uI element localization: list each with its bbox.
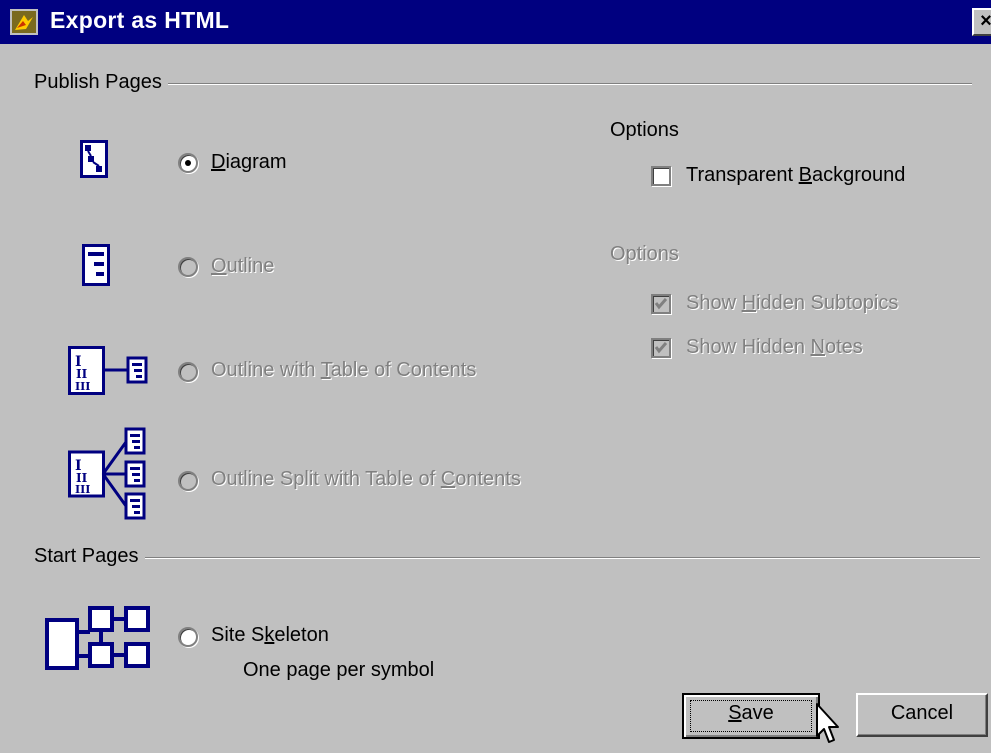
mouse-cursor-icon (815, 702, 841, 753)
cancel-button[interactable]: Cancel (856, 693, 988, 737)
app-icon (10, 9, 38, 35)
title-bar: Export as HTML × (0, 0, 991, 44)
start-pages-divider (34, 557, 980, 559)
site-skeleton-description: One page per symbol (243, 659, 435, 681)
show-hidden-subtopics-label[interactable]: Show Hidden Subtopics (686, 292, 898, 315)
window-title: Export as HTML (50, 7, 230, 33)
save-button[interactable]: Save (682, 693, 820, 739)
cancel-button-label: Cancel (890, 702, 954, 724)
transparent-background-label[interactable]: Transparent Background (686, 164, 905, 187)
outline-split-label[interactable]: Outline Split with Table of Contents (211, 468, 521, 491)
show-hidden-subtopics-checkbox[interactable] (651, 294, 671, 314)
save-button-label: Save (728, 702, 774, 724)
svg-text:II: II (76, 367, 88, 381)
outline-split-icon: I II III (68, 426, 150, 522)
outline-toc-label[interactable]: Outline with Table of Contents (211, 359, 476, 382)
site-skeleton-label[interactable]: Site Skeleton (211, 624, 329, 647)
diagram-icon (80, 140, 108, 178)
publish-pages-label: Publish Pages (34, 71, 168, 94)
outline-split-radio[interactable] (178, 471, 198, 491)
checkmark-icon (654, 298, 668, 310)
outline-label[interactable]: Outline (211, 255, 274, 278)
show-hidden-notes-label[interactable]: Show Hidden Notes (686, 336, 863, 359)
site-skeleton-radio[interactable] (178, 627, 198, 647)
checkmark-icon (654, 342, 668, 354)
transparent-background-checkbox[interactable] (651, 166, 671, 186)
diagram-label[interactable]: Diagram (211, 151, 287, 174)
start-pages-label: Start Pages (34, 545, 145, 568)
publish-pages-divider (34, 83, 972, 85)
outline-options-label: Options (610, 243, 679, 265)
show-hidden-notes-checkbox[interactable] (651, 338, 671, 358)
site-skeleton-icon (44, 600, 152, 672)
outline-toc-icon: I II III (68, 346, 150, 396)
outline-icon (82, 244, 110, 286)
radio-selected-dot (185, 160, 191, 166)
diagram-radio[interactable] (178, 153, 198, 173)
close-button[interactable]: × (972, 8, 991, 36)
svg-text:III: III (75, 380, 90, 393)
svg-text:III: III (75, 483, 90, 496)
outline-toc-radio[interactable] (178, 362, 198, 382)
outline-radio[interactable] (178, 257, 198, 277)
diagram-options-label: Options (610, 119, 679, 141)
close-icon: × (980, 10, 991, 32)
